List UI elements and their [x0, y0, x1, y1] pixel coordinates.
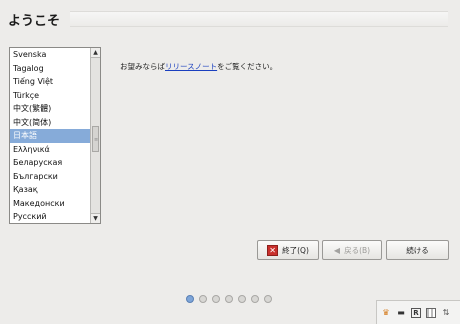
title-strip [70, 11, 448, 27]
language-option[interactable]: 中文(繁體) [10, 102, 92, 116]
scroll-down-button[interactable]: ▼ [91, 213, 100, 223]
battery-icon[interactable]: ▬ [396, 308, 406, 318]
back-label: 戻る(B) [344, 245, 371, 255]
language-option[interactable]: 日本語 [10, 129, 92, 143]
page-title: ようこそ [8, 14, 61, 29]
grid-icon[interactable] [426, 307, 436, 318]
system-tray: ♛ ▬ R ⇅ [376, 300, 460, 324]
language-option[interactable]: Türkçe [10, 89, 92, 103]
back-button[interactable]: ◀ 戻る(B) [322, 240, 382, 260]
language-list-items: Svenska Tagalog Tiếng Việt Türkçe 中文(繁體) 中文(简… [10, 48, 92, 224]
continue-button[interactable]: 続ける [386, 240, 449, 260]
quit-button[interactable]: ✕ 終了(Q) [257, 240, 319, 260]
progress-dot [264, 295, 272, 303]
release-notes-suffix: をご覧ください。 [217, 62, 278, 71]
language-list[interactable]: Svenska Tagalog Tiếng Việt Türkçe 中文(繁體) 中文(简… [9, 47, 101, 224]
progress-dot [186, 295, 194, 303]
header-bar: ようこそ [0, 0, 460, 38]
release-notes-link[interactable]: リリースノート [165, 62, 217, 71]
release-notes-text: お望みならばリリースノートをご覧ください。 [120, 61, 277, 72]
language-option[interactable]: Қазақ [10, 183, 92, 197]
progress-dots [186, 295, 272, 303]
progress-dot [225, 295, 233, 303]
quit-icon: ✕ [267, 244, 279, 256]
release-notes-prefix: お望みならば [120, 62, 165, 71]
scroll-up-button[interactable]: ▲ [91, 48, 100, 58]
language-option[interactable]: Tiếng Việt [10, 75, 92, 89]
language-option[interactable]: Беларуская [10, 156, 92, 170]
progress-dot [238, 295, 246, 303]
continue-label: 続ける [406, 245, 429, 255]
language-list-scrollbar[interactable]: ▲ ≡ ▼ [90, 48, 100, 223]
progress-dot [251, 295, 259, 303]
language-option[interactable]: Македонски [10, 197, 92, 211]
scroll-thumb[interactable]: ≡ [92, 126, 99, 152]
language-option[interactable]: Tagalog [10, 62, 92, 76]
keyboard-layout-icon[interactable]: ♛ [381, 308, 391, 318]
quit-label: 終了(Q) [282, 245, 309, 255]
back-arrow-icon: ◀ [333, 245, 341, 255]
language-option[interactable]: Русский [10, 210, 92, 224]
language-option[interactable]: Svenska [10, 48, 92, 62]
language-option[interactable]: 中文(简体) [10, 116, 92, 130]
language-option[interactable]: Български [10, 170, 92, 184]
language-option[interactable]: Ελληνικά [10, 143, 92, 157]
progress-dot [199, 295, 207, 303]
r-icon[interactable]: R [411, 307, 421, 318]
network-icon[interactable]: ⇅ [441, 308, 451, 318]
progress-dot [212, 295, 220, 303]
